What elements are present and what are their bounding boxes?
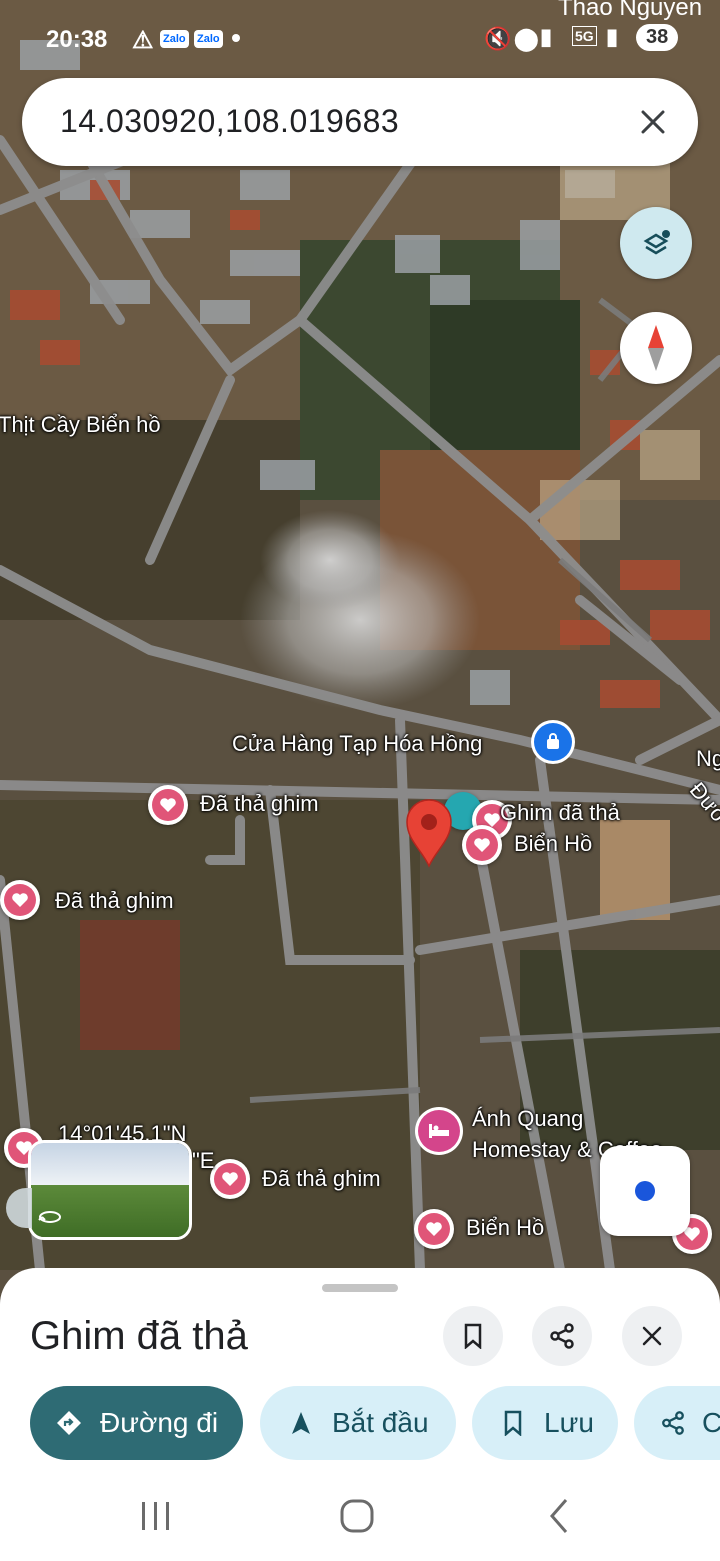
bookmark-icon	[498, 1408, 528, 1438]
place-label-anh-quang-line1[interactable]: Ánh Quang	[472, 1106, 583, 1132]
save-icon-button[interactable]	[443, 1306, 503, 1366]
layers-icon	[643, 230, 670, 255]
signal-icon-2: ▮	[606, 24, 619, 49]
save-button[interactable]: Lưu	[472, 1386, 618, 1460]
place-label-pin-1[interactable]: Đã thả ghim	[200, 791, 319, 817]
my-location-icon	[635, 1181, 655, 1201]
warning-icon: ⚠	[132, 27, 154, 54]
place-label-ghim-line2[interactable]: Biển Hồ	[514, 831, 592, 857]
hotel-bed-icon[interactable]	[418, 1110, 460, 1152]
compass-button[interactable]	[620, 312, 692, 384]
place-label-pin-3[interactable]: Đã thả ghim	[262, 1166, 381, 1192]
recents-icon[interactable]	[136, 1498, 176, 1534]
directions-label: Đường đi	[100, 1407, 219, 1438]
save-label: Lưu	[544, 1407, 594, 1438]
place-label-tap-hoa[interactable]: Cửa Hàng Tạp Hóa Hồng	[232, 731, 482, 757]
home-icon[interactable]	[337, 1496, 377, 1536]
status-bar: Thao Nguyen 20:38 ⚠ Zalo Zalo 🔇 ⬤ ▮ 5G ▮…	[0, 0, 720, 70]
layers-button[interactable]	[620, 207, 692, 279]
place-label-thit-cay[interactable]: Thịt Cầy Biển hồ	[0, 412, 161, 438]
battery-level: 38	[636, 24, 679, 51]
saved-pin-heart-icon[interactable]	[210, 1159, 250, 1199]
saved-pin-heart-icon[interactable]	[0, 880, 40, 920]
my-location-button[interactable]	[600, 1146, 690, 1236]
street-view-360-icon	[38, 1211, 61, 1223]
mute-icon: 🔇	[484, 26, 512, 51]
overlay-name: Thao Nguyen	[558, 0, 703, 21]
system-navigation-bar	[0, 1470, 720, 1561]
street-view-thumbnail[interactable]	[28, 1140, 192, 1240]
directions-button[interactable]: Đường đi	[30, 1386, 243, 1460]
share-icon-button[interactable]	[532, 1306, 592, 1366]
share-icon	[660, 1408, 686, 1438]
saved-pin-heart-icon[interactable]	[462, 825, 502, 865]
signal-icon: ▮	[540, 24, 553, 49]
navigation-arrow-icon	[286, 1408, 316, 1438]
search-query[interactable]: 14.030920,108.019683	[60, 103, 399, 140]
saved-pin-heart-icon[interactable]	[414, 1209, 454, 1249]
close-icon	[642, 1326, 662, 1346]
share-icon	[550, 1323, 574, 1349]
search-clear-button[interactable]	[638, 98, 668, 147]
place-label-ghim-line1[interactable]: Ghim đã thả	[500, 800, 620, 826]
place-label-bien-ho[interactable]: Biển Hồ	[466, 1215, 544, 1241]
close-icon[interactable]	[638, 107, 668, 137]
share-label: C	[702, 1407, 720, 1438]
place-title: Ghim đã thả	[30, 1314, 248, 1358]
zalo-badge-2: Zalo	[194, 30, 223, 48]
search-bar[interactable]: 14.030920,108.019683	[22, 78, 698, 166]
dropped-pin-icon[interactable]	[404, 798, 454, 868]
coordinates-label-2: "E	[192, 1148, 215, 1173]
start-button[interactable]: Bắt đầu	[260, 1386, 456, 1460]
sheet-drag-handle[interactable]	[322, 1284, 398, 1292]
share-button[interactable]: C	[634, 1386, 720, 1460]
compass-icon	[648, 325, 664, 371]
shopping-bag-icon[interactable]	[534, 723, 572, 761]
dot-icon	[232, 34, 240, 42]
saved-pin-heart-icon[interactable]	[148, 785, 188, 825]
bookmark-icon	[464, 1323, 482, 1349]
start-label: Bắt đầu	[332, 1407, 429, 1438]
location-icon: ⬤	[514, 26, 539, 51]
zalo-badge-1: Zalo	[160, 30, 189, 48]
place-label-pin-2[interactable]: Đã thả ghim	[55, 888, 174, 914]
network-type: 5G	[572, 26, 597, 46]
directions-icon	[54, 1408, 84, 1438]
place-label-edge-1: Ng	[696, 746, 720, 771]
status-time: 20:38	[46, 26, 108, 53]
back-icon[interactable]	[544, 1496, 574, 1536]
close-sheet-button[interactable]	[622, 1306, 682, 1366]
